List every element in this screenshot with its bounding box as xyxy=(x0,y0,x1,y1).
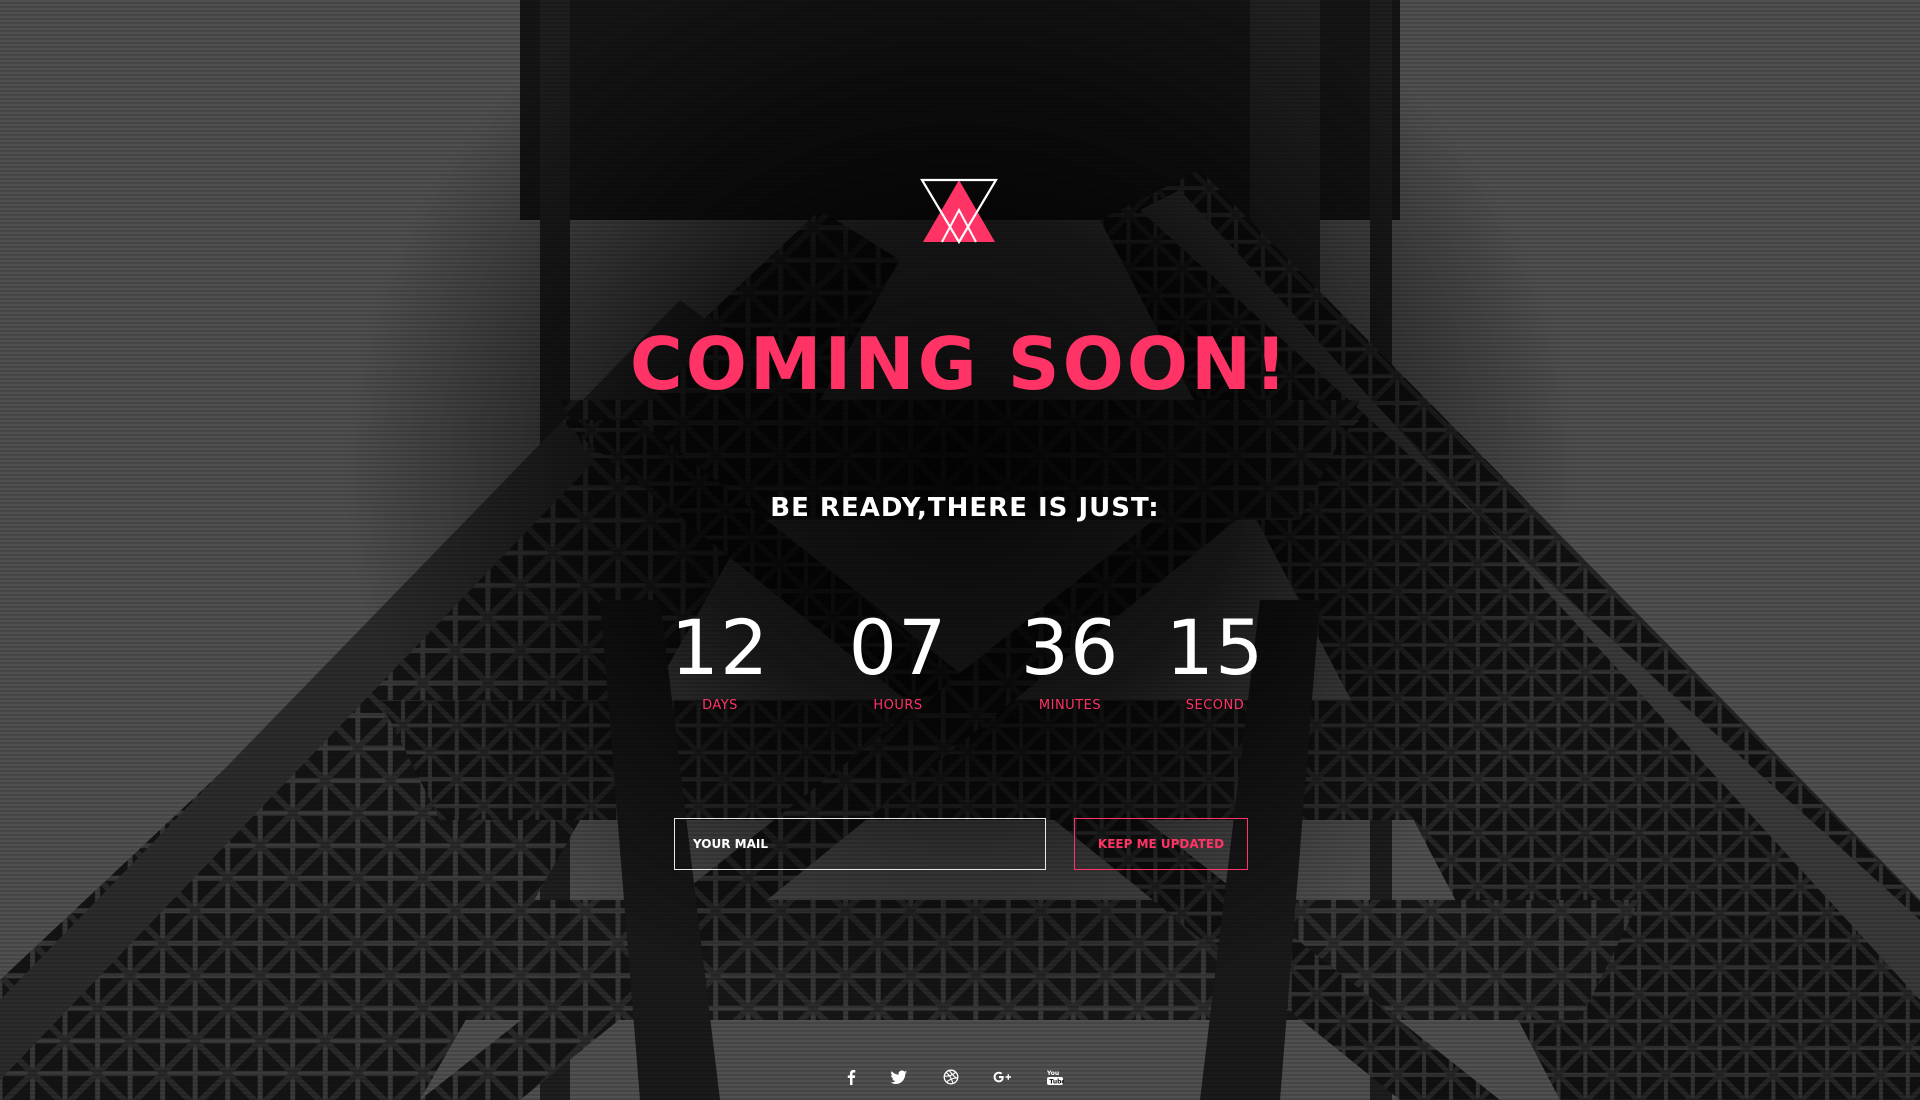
coming-soon-page: COMING SOON! BE READY,THERE IS JUST: 12 … xyxy=(0,0,1920,1100)
google-plus-icon xyxy=(993,1071,1011,1083)
youtube-icon: You Tube xyxy=(1046,1070,1064,1085)
subscribe-form: KEEP ME UPDATED xyxy=(674,818,1248,870)
page-subtitle: BE READY,THERE IS JUST: xyxy=(770,493,1160,523)
social-links: You Tube xyxy=(836,1062,1086,1092)
countdown-timer: 12 DAYS 07 HOURS 36 MINUTES 15 SECOND xyxy=(640,606,1264,726)
countdown-seconds: 15 SECOND xyxy=(1150,606,1280,716)
countdown-minutes-label: MINUTES xyxy=(1038,698,1102,713)
countdown-hours-label: HOURS xyxy=(873,698,923,713)
countdown-seconds-label: SECOND xyxy=(1185,698,1245,713)
email-input[interactable] xyxy=(674,818,1046,870)
dribbble-link[interactable] xyxy=(936,1062,966,1092)
keep-me-updated-button[interactable]: KEEP ME UPDATED xyxy=(1074,818,1248,870)
facebook-icon xyxy=(847,1070,856,1085)
countdown-seconds-value: 15 xyxy=(1165,603,1265,692)
triangle-logo-icon xyxy=(920,178,998,244)
page-title: COMING SOON! xyxy=(629,322,1291,406)
countdown-days: 12 DAYS xyxy=(660,606,780,716)
countdown-days-label: DAYS xyxy=(702,698,738,713)
dribbble-icon xyxy=(943,1069,959,1085)
svg-text:Tube: Tube xyxy=(1049,1078,1064,1085)
youtube-link[interactable]: You Tube xyxy=(1040,1062,1070,1092)
countdown-minutes-value: 36 xyxy=(1020,603,1120,692)
google-plus-link[interactable] xyxy=(988,1062,1018,1092)
countdown-hours-value: 07 xyxy=(848,603,948,692)
twitter-icon xyxy=(890,1070,907,1084)
main-content: COMING SOON! BE READY,THERE IS JUST: 12 … xyxy=(0,0,1920,1100)
twitter-link[interactable] xyxy=(884,1062,914,1092)
svg-text:You: You xyxy=(1046,1070,1059,1077)
countdown-minutes: 36 MINUTES xyxy=(1000,606,1140,716)
countdown-days-value: 12 xyxy=(670,603,770,692)
countdown-hours: 07 HOURS xyxy=(828,606,968,716)
facebook-link[interactable] xyxy=(836,1062,866,1092)
